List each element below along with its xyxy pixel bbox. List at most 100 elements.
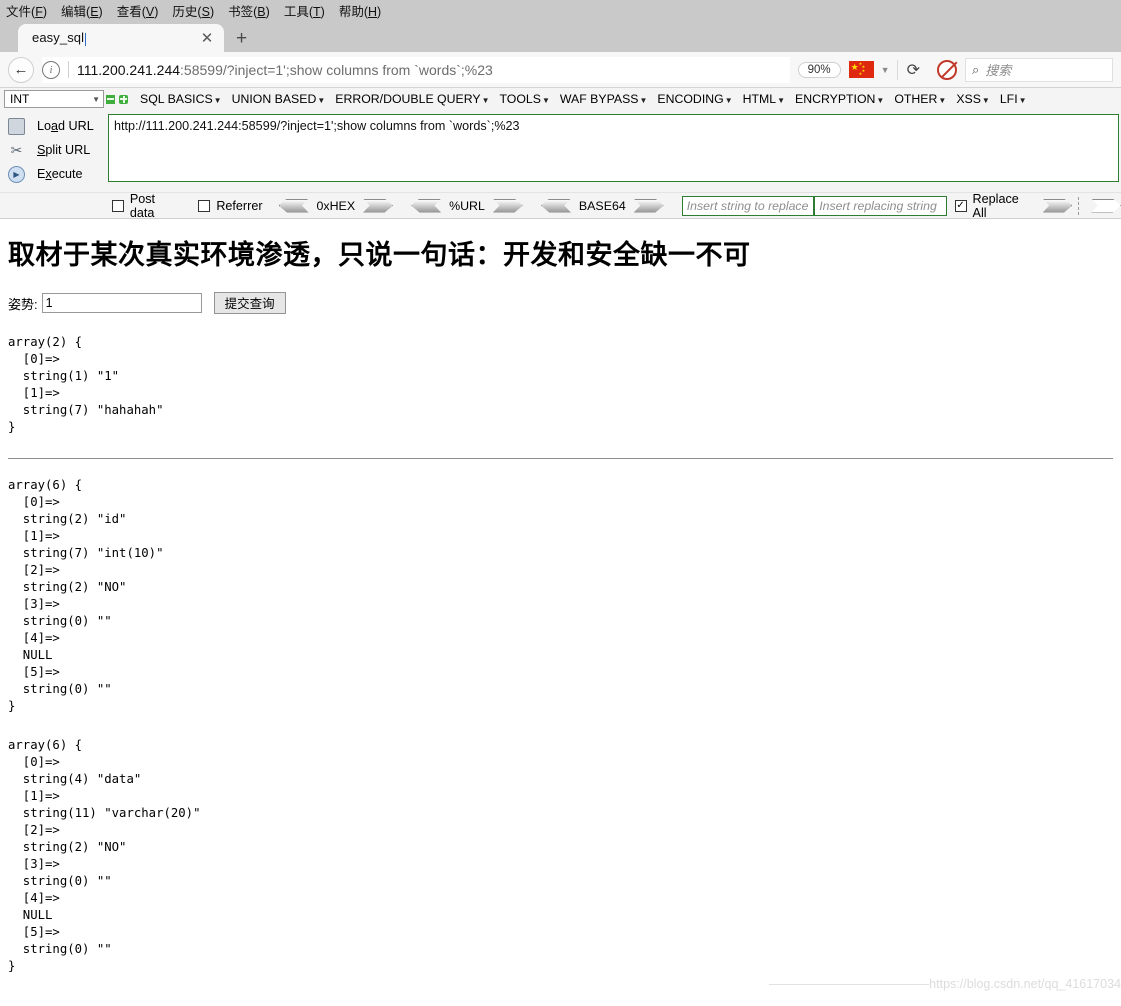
china-flag-icon[interactable]: ★ ★ ★ ★ ★: [848, 61, 874, 78]
chevron-down-icon: ▼: [777, 96, 786, 105]
watermark: https://blog.csdn.net/qq_41617034: [769, 977, 1121, 991]
replace-with-input[interactable]: Insert replacing string: [814, 195, 947, 216]
search-placeholder: 搜索: [985, 63, 1012, 78]
decode-hex-button[interactable]: [278, 198, 309, 213]
hackbar-menu-html[interactable]: HTML▼: [743, 92, 785, 106]
add-icon[interactable]: [119, 94, 128, 104]
browser-chrome: 文件(F) 编辑(E) 查看(V) 历史(S) 书签(B) 工具(T) 帮助(H…: [0, 0, 1121, 220]
printer-icon: [8, 117, 25, 135]
var-dump-column-data: array(6) { [0]=> string(4) "data" [1]=> …: [8, 738, 201, 973]
info-icon[interactable]: i: [42, 60, 60, 79]
hackbar-url-textarea[interactable]: http://111.200.241.244:58599/?inject=1';…: [108, 114, 1119, 182]
menu-bookmarks[interactable]: 书签(B): [228, 1, 270, 20]
menu-file[interactable]: 文件(F): [6, 1, 47, 20]
referrer-label: Referrer: [216, 198, 263, 213]
tab-easy-sql[interactable]: easy_sql ✕: [18, 24, 224, 52]
replace-search-input[interactable]: Insert string to replace: [681, 195, 815, 216]
var-dump-input: array(2) { [0]=> string(1) "1" [1]=> str…: [8, 335, 164, 434]
chevron-down-icon: ▼: [981, 96, 990, 105]
reload-icon[interactable]: ⟳: [898, 60, 929, 80]
submit-query-button[interactable]: 提交查询: [213, 292, 286, 314]
chevron-down-icon: ▼: [92, 94, 100, 104]
noscript-icon[interactable]: [937, 59, 957, 80]
hackbar-menu-lfi[interactable]: LFI▼: [1000, 92, 1027, 106]
chevron-down-icon: ▼: [724, 96, 733, 105]
encoder-base64: BASE64: [540, 198, 664, 213]
menu-view[interactable]: 查看(V): [117, 1, 159, 20]
search-icon: ⌕: [972, 61, 980, 77]
hackbar-menu-waf-bypass[interactable]: WAF BYPASS▼: [560, 92, 648, 106]
hackbar-main-row: Load URL ✂ Split URL ▶ Execute http://11…: [0, 110, 1121, 192]
encoder-url-label: %URL: [449, 198, 485, 213]
encoder-url: %URL: [411, 198, 523, 213]
post-data-checkbox[interactable]: Post data: [112, 192, 182, 220]
search-input[interactable]: ⌕ 搜索: [965, 57, 1113, 82]
chevron-down-icon: ▼: [213, 96, 222, 105]
hackbar-menu-sql-basics[interactable]: SQL BASICS▼: [140, 92, 222, 106]
tab-strip: easy_sql ✕ +: [0, 20, 1121, 52]
decode-base64-button[interactable]: [540, 198, 571, 213]
address-bar[interactable]: i 111.200.241.244:58599/?inject=1';show …: [42, 56, 790, 83]
encode-base64-button[interactable]: [633, 198, 664, 213]
type-select[interactable]: INT ▼: [4, 90, 104, 108]
split-url-label: Split URL: [37, 143, 91, 157]
remove-icon[interactable]: [106, 94, 115, 104]
execute-label: Execute: [37, 167, 83, 181]
encoder-base64-label: BASE64: [578, 198, 626, 213]
hackbar-menu-xss[interactable]: XSS▼: [956, 92, 990, 106]
hackbar-menu-row: INT ▼ SQL BASICS▼ UNION BASED▼ ERROR/DOU…: [0, 88, 1121, 110]
hackbar-toolbar: INT ▼ SQL BASICS▼ UNION BASED▼ ERROR/DOU…: [0, 88, 1121, 220]
replace-all-label: Replace All: [972, 191, 1019, 220]
replace-all-checkbox[interactable]: ✓ Replace All: [954, 191, 1035, 220]
hackbar-menu-other[interactable]: OTHER▼: [894, 92, 946, 106]
page-title: 取材于某次真实环境渗透，只说一句话：开发和安全缺一不可: [8, 240, 751, 271]
query-form: 姿势: 1 提交查询: [8, 292, 1113, 314]
page-content: 取材于某次真实环境渗透，只说一句话：开发和安全缺一不可 姿势: 1 提交查询 a…: [0, 233, 1121, 993]
var-dump-column-id: array(6) { [0]=> string(2) "id" [1]=> st…: [8, 478, 164, 713]
chevron-down-icon: ▼: [639, 96, 648, 105]
decode-url-button[interactable]: [411, 198, 442, 213]
hackbar-menu-tools[interactable]: TOOLS▼: [500, 92, 550, 106]
replace-extra-button[interactable]: [1091, 198, 1121, 213]
url-path: :58599/?inject=1';show columns from `wor…: [180, 61, 493, 78]
hackbar-menu-encryption[interactable]: ENCRYPTION▼: [795, 92, 884, 106]
close-icon[interactable]: ✕: [198, 31, 216, 46]
new-tab-icon[interactable]: +: [236, 29, 247, 48]
hackbar-actions: Load URL ✂ Split URL ▶ Execute: [0, 114, 108, 186]
content-divider: [8, 458, 1113, 459]
url-host: 111.200.241.244: [77, 61, 181, 78]
scissors-icon: ✂: [10, 141, 23, 158]
hackbar-menu-union-based[interactable]: UNION BASED▼: [232, 92, 326, 106]
split-url-button[interactable]: ✂ Split URL: [0, 138, 108, 162]
menu-bar: 文件(F) 编辑(E) 查看(V) 历史(S) 书签(B) 工具(T) 帮助(H…: [0, 0, 1121, 20]
zoom-level-badge[interactable]: 90%: [797, 61, 841, 78]
execute-button[interactable]: ▶ Execute: [0, 162, 108, 186]
flag-star-4: ★: [858, 71, 863, 76]
replace-apply-button[interactable]: [1042, 198, 1073, 213]
checkbox-box: [198, 199, 211, 212]
type-select-value: INT: [10, 92, 30, 106]
encoder-hex-label: 0xHEX: [316, 198, 356, 213]
chevron-down-icon: ▼: [1018, 96, 1027, 105]
hackbar-menu-error-double-query[interactable]: ERROR/DOUBLE QUERY▼: [335, 92, 489, 106]
play-icon: ▶: [8, 165, 25, 183]
referrer-checkbox[interactable]: Referrer: [198, 198, 263, 213]
chevron-down-icon: ▼: [876, 96, 885, 105]
chevron-down-icon[interactable]: ▼: [881, 65, 890, 75]
hackbar-options-row: Post data Referrer 0xHEX %URL BASE64 Ins…: [0, 191, 1121, 220]
tab-title: easy_sql: [32, 30, 87, 46]
menu-help[interactable]: 帮助(H): [339, 1, 381, 20]
chevron-down-icon: ▼: [541, 96, 550, 105]
post-data-label: Post data: [129, 191, 156, 220]
options-divider: [1078, 196, 1080, 215]
load-url-button[interactable]: Load URL: [0, 114, 108, 138]
encode-hex-button[interactable]: [363, 198, 394, 213]
menu-edit[interactable]: 编辑(E): [61, 1, 103, 20]
encode-url-button[interactable]: [492, 198, 523, 213]
back-arrow-icon[interactable]: ←: [8, 56, 34, 83]
encoder-hex: 0xHEX: [278, 198, 394, 213]
posture-input[interactable]: 1: [41, 293, 202, 313]
hackbar-menu-encoding[interactable]: ENCODING▼: [657, 92, 732, 106]
menu-tools[interactable]: 工具(T): [284, 1, 325, 20]
menu-history[interactable]: 历史(S): [172, 1, 214, 20]
